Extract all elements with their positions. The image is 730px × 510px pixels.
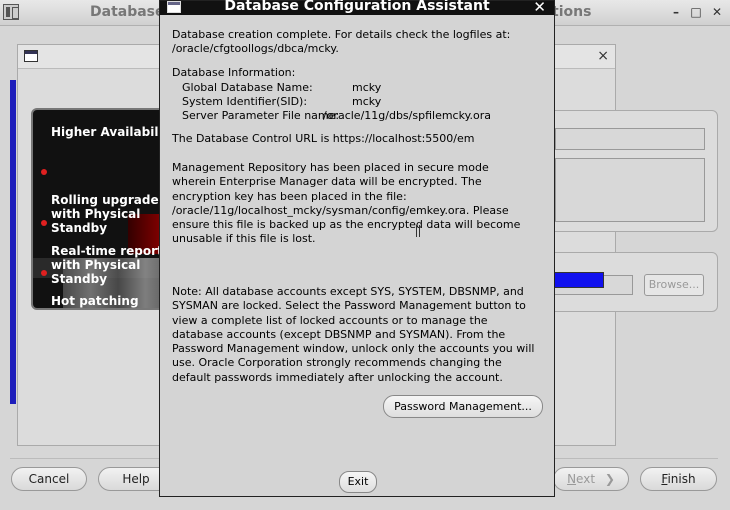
browse-button[interactable]: Browse... [644,274,704,296]
exit-button[interactable]: Exit [339,471,377,493]
main-window-title-fragment: tions [552,4,592,20]
dbca-completion-dialog: Database Configuration Assistant ✕ Datab… [159,0,555,497]
maximize-icon[interactable]: □ [688,4,704,20]
repository-message: Management Repository has been placed in… [172,161,521,246]
control-url: The Database Control URL is https://loca… [172,132,475,145]
text-area[interactable] [555,158,705,222]
close-icon[interactable]: ✕ [709,4,725,20]
finish-button[interactable]: Finish [640,467,717,491]
completion-message: Database creation complete. For details … [172,28,511,41]
dialog-close-icon[interactable]: ✕ [533,0,546,16]
bullet-icon [41,270,47,276]
info-value: mcky [352,81,382,94]
info-label: Server Parameter File name: [182,109,340,122]
next-mnemonic: N [567,472,577,486]
info-value: mcky [352,95,382,108]
main-window-title: Database [90,4,165,20]
dialog-title: Database Configuration Assistant [224,0,490,14]
info-header: Database Information: [172,66,296,79]
text-field[interactable] [555,128,705,150]
minimize-icon[interactable]: – [668,4,684,20]
promo-title: Higher Availability [51,125,166,139]
text-cursor-icon [416,225,420,237]
info-value: /oracle/11g/dbs/spfilemcky.ora [323,109,492,122]
progress-bar [553,272,604,288]
cancel-button[interactable]: Cancel [11,467,87,491]
password-management-button[interactable]: Password Management... [383,395,543,418]
logfile-path: /oracle/cfgtoollogs/dbca/mcky. [172,42,339,55]
info-label: Global Database Name: [182,81,313,94]
accounts-note: Note: All database accounts except SYS, … [172,285,535,384]
promo-item: Hot patching [41,266,164,308]
next-button[interactable]: Next ❯ [553,467,629,491]
info-label: System Identifier(SID): [182,95,308,108]
finish-label: inish [667,472,696,486]
next-label: ext [576,472,596,486]
dialog-titlebar: Database Configuration Assistant ✕ [160,0,554,16]
bullet-icon [41,169,47,175]
bullet-icon [41,220,47,226]
window-icon [24,50,38,62]
promo-item-text: Hot patching [51,294,139,308]
promo-panel: Higher Availability Rolling upgrades wit… [31,108,166,310]
secondary-dialog-close-icon[interactable]: × [597,48,609,64]
step-progress-strip [10,80,16,404]
app-icon [3,4,19,20]
chevron-right-icon: ❯ [604,472,615,486]
